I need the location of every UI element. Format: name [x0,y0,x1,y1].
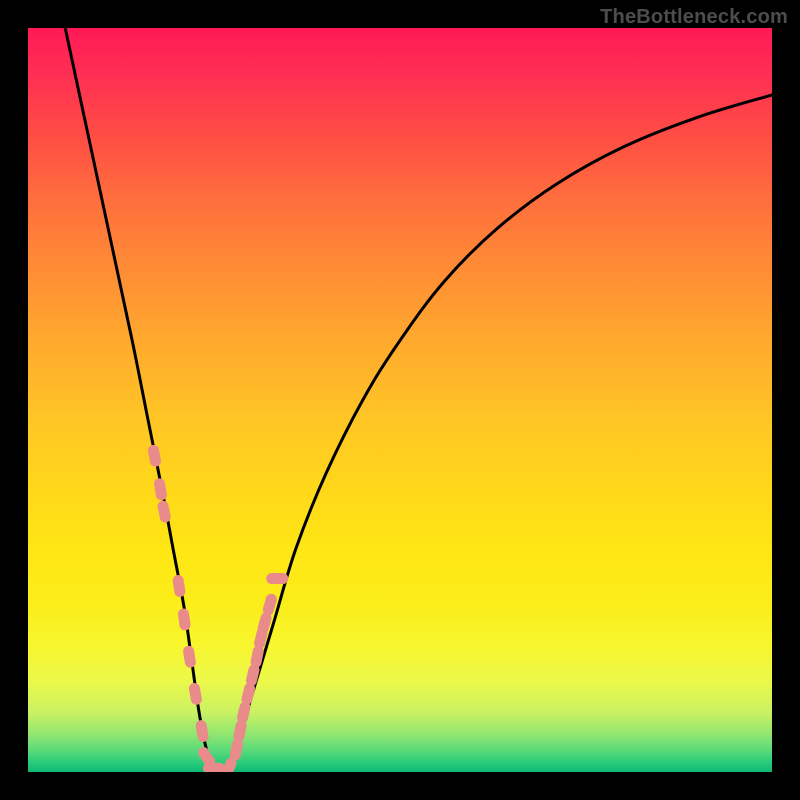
curve-marker [203,763,225,772]
curve-marker [153,478,167,502]
watermark-text: TheBottleneck.com [600,6,788,29]
curve-marker [232,719,247,743]
curve-marker [188,682,203,706]
curve-markers [147,444,288,772]
curve-marker [266,573,288,584]
curve-marker [172,574,186,597]
bottleneck-curve [65,28,772,771]
curve-marker [157,500,172,524]
curve-marker [229,738,244,762]
curve-marker [182,645,196,668]
curve-marker [147,444,162,468]
bottleneck-curve-path [65,28,772,771]
curve-marker [177,608,191,631]
curve-overlay [28,28,772,772]
curve-marker [195,719,210,743]
